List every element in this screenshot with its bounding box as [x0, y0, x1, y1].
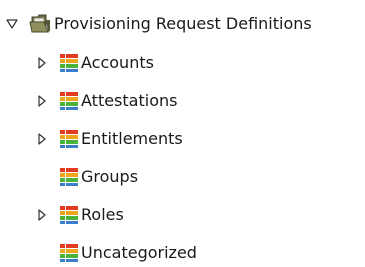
category-icon: [59, 243, 79, 263]
tree-item-groups[interactable]: Groups: [36, 164, 138, 190]
tree-item-label: Entitlements: [81, 129, 183, 148]
tree-item-label: Accounts: [81, 53, 154, 72]
collapsed-arrow-icon[interactable]: [36, 94, 48, 108]
tree-item-label: Attestations: [81, 91, 178, 110]
tree-root-label: Provisioning Request Definitions: [54, 14, 312, 33]
category-icon: [59, 205, 79, 225]
folder-icon: [29, 14, 51, 34]
provisioning-tree: Provisioning Request Definitions Account…: [0, 0, 365, 263]
tree-root-provisioning-request-definitions[interactable]: Provisioning Request Definitions: [6, 11, 312, 37]
tree-item-roles[interactable]: Roles: [36, 202, 124, 228]
category-icon: [59, 129, 79, 149]
tree-item-label: Groups: [81, 167, 139, 186]
tree-item-entitlements[interactable]: Entitlements: [36, 126, 183, 152]
category-icon: [59, 167, 79, 187]
tree-item-uncategorized[interactable]: Uncategorized: [36, 240, 197, 266]
tree-item-accounts[interactable]: Accounts: [36, 50, 154, 76]
collapsed-arrow-icon[interactable]: [36, 208, 48, 222]
tree-item-attestations[interactable]: Attestations: [36, 88, 177, 114]
collapsed-arrow-icon[interactable]: [36, 132, 48, 146]
tree-item-label: Uncategorized: [81, 243, 197, 262]
collapsed-arrow-icon[interactable]: [36, 56, 48, 70]
tree-item-label: Roles: [81, 205, 124, 224]
category-icon: [59, 91, 79, 111]
expanded-arrow-icon[interactable]: [6, 17, 18, 31]
category-icon: [59, 53, 79, 73]
